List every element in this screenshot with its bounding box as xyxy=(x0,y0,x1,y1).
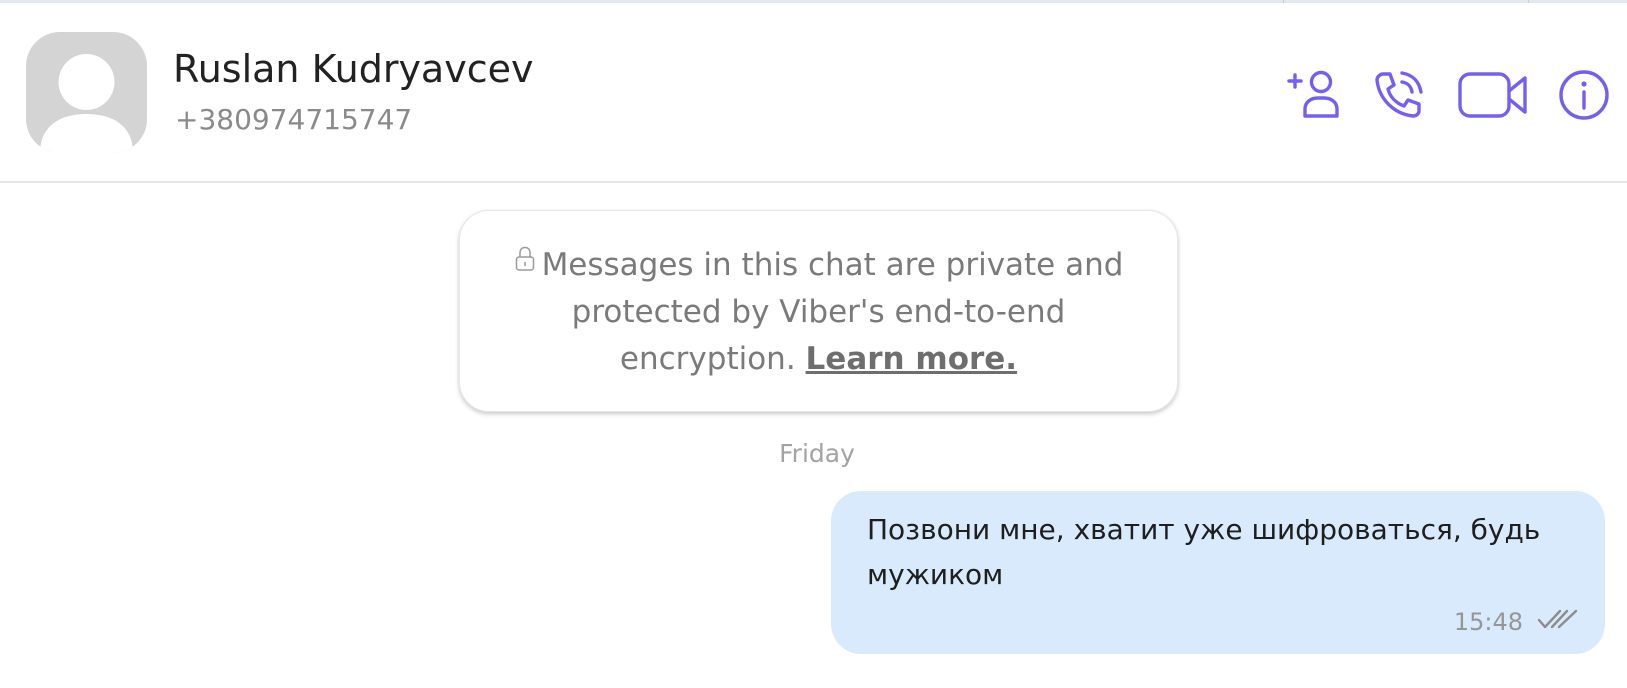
phone-icon xyxy=(1375,71,1423,118)
message-text: Позвони мне, хватит уже шифроваться, буд… xyxy=(867,513,1541,591)
add-person-icon xyxy=(1287,70,1339,118)
info-button[interactable] xyxy=(1556,67,1612,123)
learn-more-link[interactable]: Learn more. xyxy=(806,341,1018,377)
add-participant-button[interactable] xyxy=(1286,67,1344,123)
lock-icon xyxy=(514,240,536,287)
voice-call-button[interactable] xyxy=(1371,67,1427,123)
contact-name[interactable]: Ruslan Kudryavcev xyxy=(173,47,533,91)
chat-area[interactable]: Messages in this chat are private and pr… xyxy=(0,183,1627,688)
person-silhouette-icon xyxy=(40,54,133,153)
day-separator: Friday xyxy=(779,439,855,468)
video-call-button[interactable] xyxy=(1457,67,1529,123)
encryption-notice: Messages in this chat are private and pr… xyxy=(480,242,1157,383)
info-icon xyxy=(1559,70,1609,120)
chat-header: Ruslan Kudryavcev +380974715747 xyxy=(0,3,1627,183)
avatar[interactable] xyxy=(26,32,147,153)
contact-phone: +380974715747 xyxy=(175,103,413,136)
outgoing-message-bubble[interactable]: Позвони мне, хватит уже шифроваться, буд… xyxy=(831,491,1605,654)
double-check-icon xyxy=(1537,608,1579,630)
encryption-notice-card: Messages in this chat are private and pr… xyxy=(459,210,1178,412)
message-time: 15:48 xyxy=(1453,608,1523,636)
video-camera-icon xyxy=(1458,72,1527,118)
